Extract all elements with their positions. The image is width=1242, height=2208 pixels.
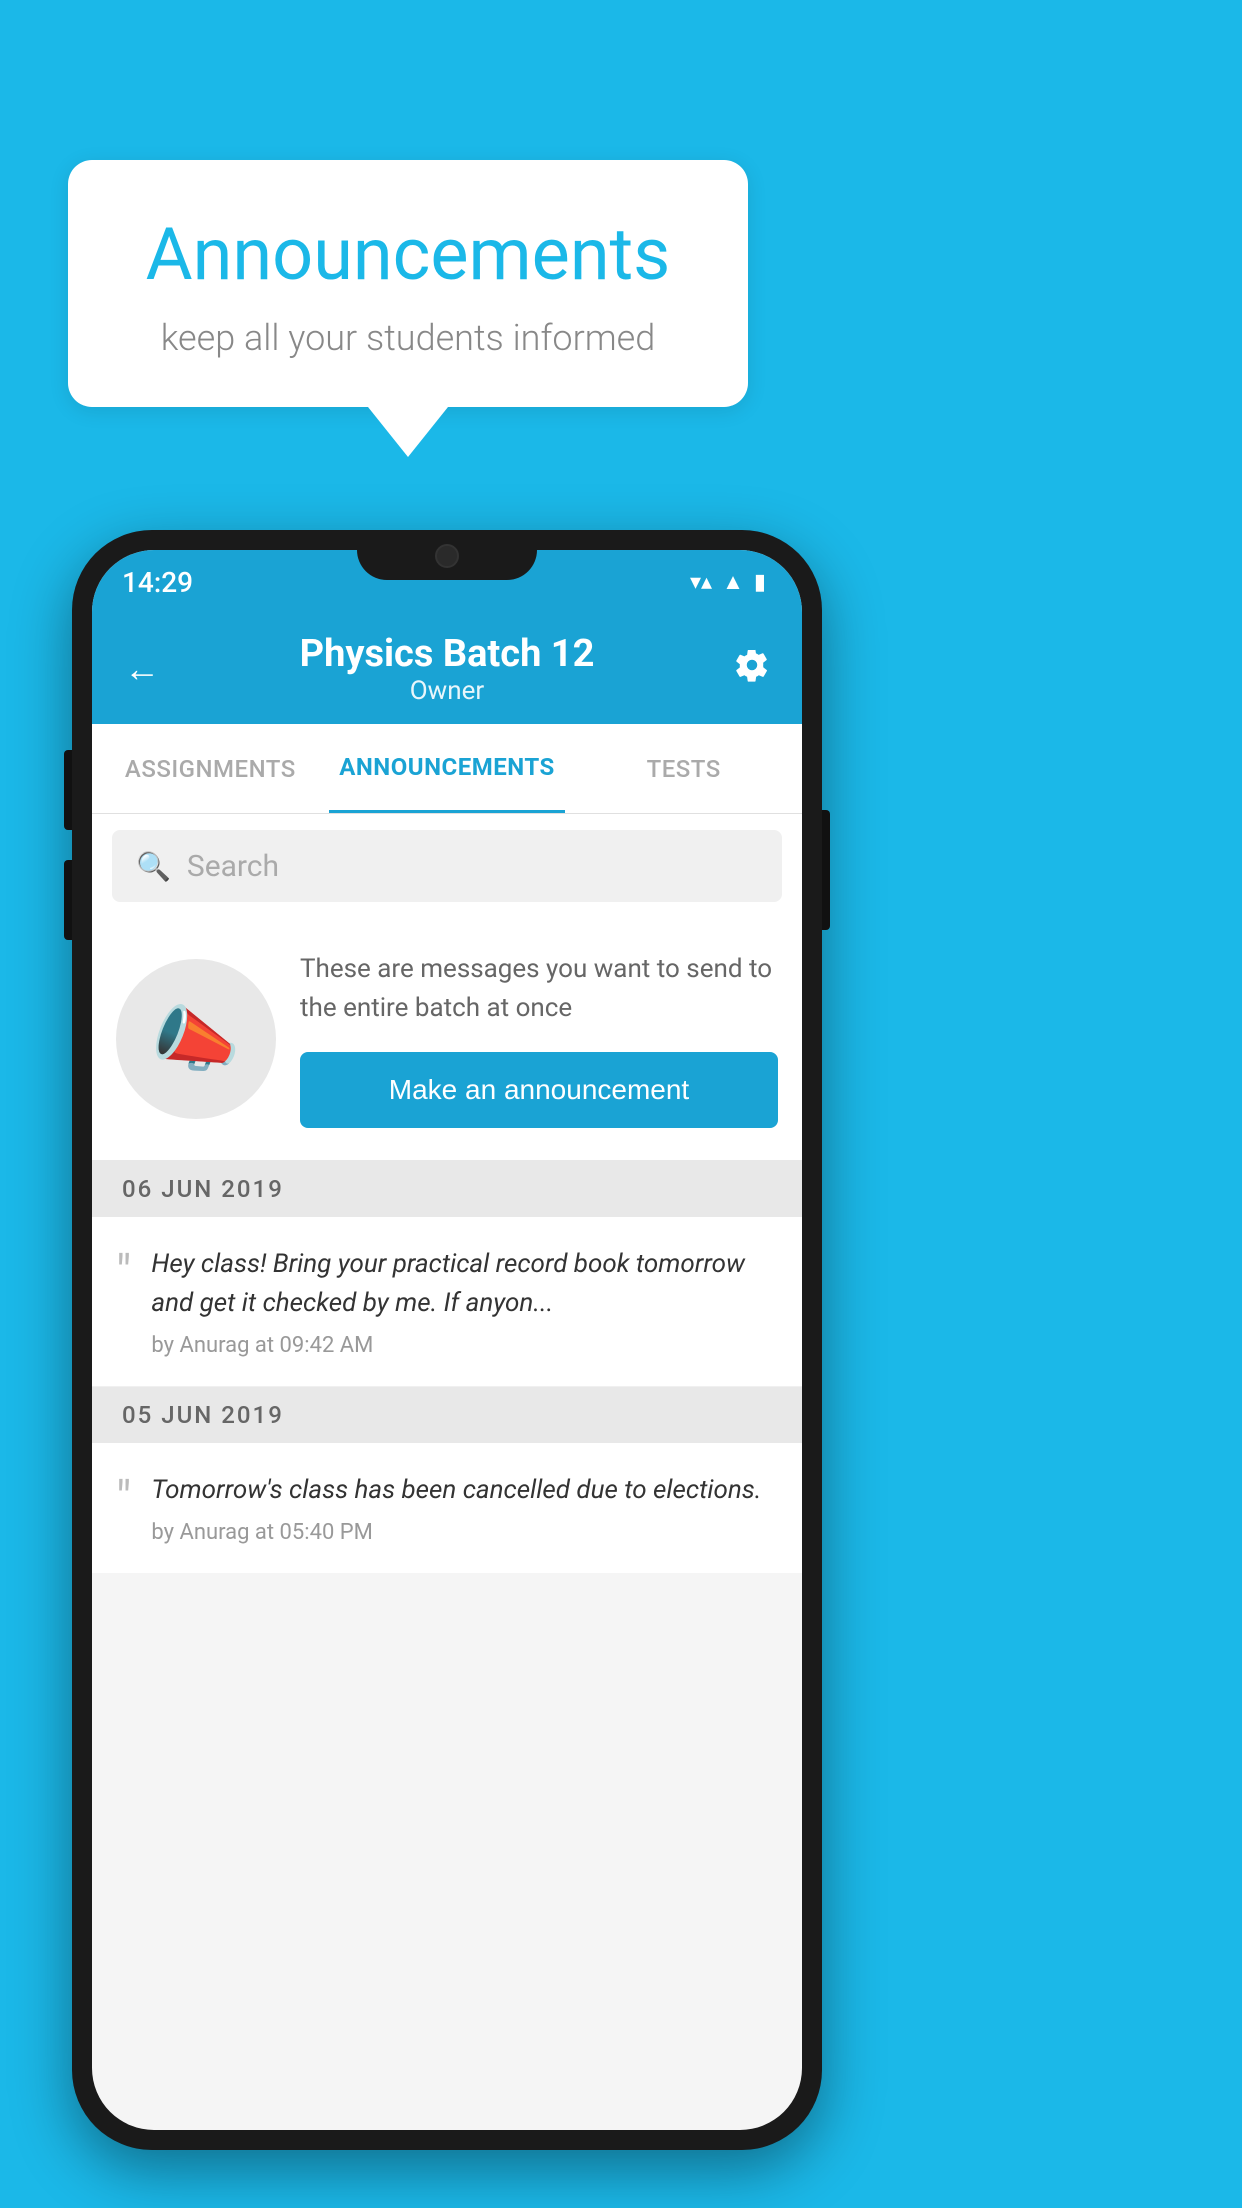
header-title: Physics Batch 12	[300, 632, 595, 676]
date-separator-1: 06 JUN 2019	[92, 1161, 802, 1217]
quote-icon-1: "	[116, 1249, 131, 1297]
speech-bubble: Announcements keep all your students inf…	[68, 160, 748, 407]
search-placeholder: Search	[187, 849, 279, 884]
announcement-meta-2: by Anurag at 05:40 PM	[151, 1520, 778, 1545]
search-icon: 🔍	[136, 850, 171, 883]
tab-announcements[interactable]: ANNOUNCEMENTS	[329, 724, 566, 813]
quote-icon-2: "	[116, 1475, 131, 1523]
search-bar[interactable]: 🔍 Search	[112, 830, 782, 902]
speech-bubble-container: Announcements keep all your students inf…	[68, 160, 748, 457]
promo-right: These are messages you want to send to t…	[300, 950, 778, 1128]
promo-icon-circle: 📣	[116, 959, 276, 1119]
announcement-meta-1: by Anurag at 09:42 AM	[151, 1333, 778, 1358]
announcement-content-1: Hey class! Bring your practical record b…	[151, 1245, 778, 1358]
date-label-2: 05 JUN 2019	[122, 1401, 284, 1429]
status-time: 14:29	[122, 566, 193, 599]
announcement-item-2[interactable]: " Tomorrow's class has been cancelled du…	[92, 1443, 802, 1573]
announcement-item-1[interactable]: " Hey class! Bring your practical record…	[92, 1217, 802, 1387]
phone-outer: 14:29 ▾▴ ▲ ▮ ← Physics Batch 12 Owner	[72, 530, 822, 2150]
tab-tests[interactable]: TESTS	[565, 724, 802, 813]
gear-icon	[734, 647, 770, 683]
announcement-text-2: Tomorrow's class has been cancelled due …	[151, 1471, 778, 1510]
promo-section: 📣 These are messages you want to send to…	[92, 918, 802, 1161]
phone-screen: 14:29 ▾▴ ▲ ▮ ← Physics Batch 12 Owner	[92, 550, 802, 2130]
volume-up-button	[64, 750, 72, 830]
megaphone-icon: 📣	[151, 997, 241, 1082]
back-button[interactable]: ←	[124, 648, 160, 690]
make-announcement-button[interactable]: Make an announcement	[300, 1052, 778, 1128]
volume-down-button	[64, 860, 72, 940]
phone-camera	[435, 544, 459, 568]
search-container: 🔍 Search	[92, 814, 802, 918]
app-header: ← Physics Batch 12 Owner	[92, 614, 802, 724]
announcements-subtitle: keep all your students informed	[128, 317, 688, 359]
announcement-text-1: Hey class! Bring your practical record b…	[151, 1245, 778, 1323]
settings-button[interactable]	[734, 647, 770, 692]
tabs-container: ASSIGNMENTS ANNOUNCEMENTS TESTS	[92, 724, 802, 814]
wifi-icon: ▾▴	[690, 570, 712, 595]
status-icons: ▾▴ ▲ ▮	[690, 569, 766, 595]
date-separator-2: 05 JUN 2019	[92, 1387, 802, 1443]
announcements-title: Announcements	[128, 212, 688, 297]
phone-notch	[357, 530, 537, 580]
power-button	[822, 810, 830, 930]
battery-icon: ▮	[754, 570, 766, 595]
speech-bubble-tail	[368, 407, 448, 457]
signal-icon: ▲	[722, 569, 744, 595]
header-subtitle: Owner	[300, 676, 595, 706]
tab-assignments[interactable]: ASSIGNMENTS	[92, 724, 329, 813]
promo-description: These are messages you want to send to t…	[300, 950, 778, 1028]
header-center: Physics Batch 12 Owner	[300, 632, 595, 706]
phone-mockup: 14:29 ▾▴ ▲ ▮ ← Physics Batch 12 Owner	[72, 530, 822, 2150]
announcement-content-2: Tomorrow's class has been cancelled due …	[151, 1471, 778, 1545]
date-label-1: 06 JUN 2019	[122, 1175, 284, 1203]
